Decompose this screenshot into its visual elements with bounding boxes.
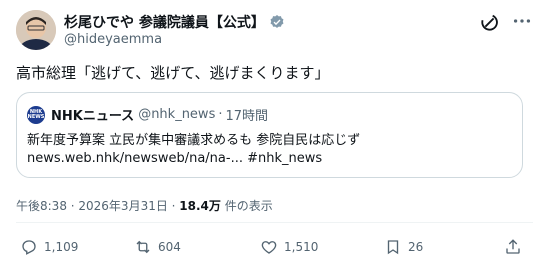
author-name[interactable]: 杉尾ひでや 参議院議員【公式】: [64, 12, 265, 32]
nhk-news-logo-icon: NHK NEWS: [27, 105, 45, 124]
like-count: 1,510: [284, 240, 319, 254]
tweet-text: 高市総理「逃げて、逃げて、逃げまくります」: [16, 64, 330, 82]
avatar[interactable]: [16, 10, 56, 50]
view-count: 18.4万: [179, 199, 221, 213]
tweet-timestamp[interactable]: 午後8:38 · 2026年3月31日 ·: [16, 199, 179, 213]
repost-icon: [136, 240, 150, 254]
reply-count: 1,109: [44, 240, 79, 254]
avatar-image: [16, 10, 56, 50]
quote-link-text[interactable]: news.web.nhk/newsweb/na/na-... #nhk_news: [27, 151, 322, 166]
quote-header: NHK NEWS NHKニュース @nhk_news · 17時間: [27, 105, 268, 124]
more-options-icon[interactable]: [510, 10, 534, 34]
quote-tweet-card[interactable]: NHK NEWS NHKニュース @nhk_news · 17時間 新年度予算案…: [16, 92, 523, 178]
bookmark-button[interactable]: 26: [384, 238, 423, 256]
tweet-meta: 午後8:38 · 2026年3月31日 · 18.4万 件の表示: [16, 197, 273, 214]
grok-icon[interactable]: [478, 12, 500, 34]
logo-text-bottom: NEWS: [27, 113, 45, 120]
heart-icon: [261, 241, 277, 254]
author-name-row: 杉尾ひでや 参議院議員【公式】: [64, 12, 285, 32]
views-label: 件の表示: [220, 199, 273, 213]
repost-button[interactable]: 604: [134, 238, 181, 256]
reply-button[interactable]: 1,109: [20, 238, 78, 256]
quote-text: 新年度予算案 立民が集中審議求めるも 参院自民は応じず: [27, 133, 361, 148]
bookmark-icon: [387, 240, 399, 255]
action-bar: 1,109 604 1,510 26: [16, 238, 536, 258]
like-button[interactable]: 1,510: [260, 238, 318, 256]
bookmark-count: 26: [408, 240, 424, 254]
verified-badge-icon: [269, 14, 285, 30]
share-button[interactable]: [504, 238, 522, 256]
quote-author-handle[interactable]: @nhk_news: [138, 107, 215, 122]
quote-separator: ·: [218, 107, 223, 122]
repost-count: 604: [158, 240, 181, 254]
quote-timestamp[interactable]: 17時間: [225, 105, 268, 124]
quote-author-name[interactable]: NHKニュース: [51, 105, 134, 124]
author-handle[interactable]: @hideyaemma: [64, 32, 162, 47]
share-icon: [506, 239, 520, 254]
divider: [16, 222, 533, 223]
reply-icon: [22, 240, 36, 255]
